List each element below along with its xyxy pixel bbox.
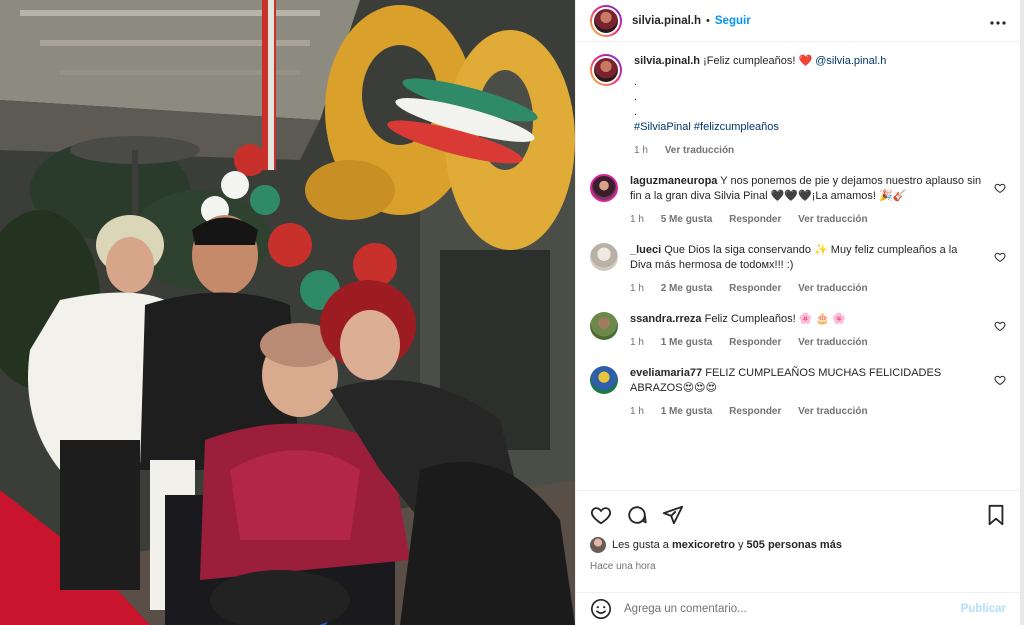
commenter-avatar[interactable]: [590, 243, 618, 271]
comment-item: eveliamaria77 FELIZ CUMPLEAÑOS MUCHAS FE…: [590, 366, 1006, 419]
comment-likes[interactable]: 1 Me gusta: [661, 337, 713, 348]
comment-text: Que Dios la siga conservando ✨ Muy feliz…: [630, 244, 958, 271]
comment-likes[interactable]: 2 Me gusta: [661, 283, 713, 294]
heart-icon[interactable]: [590, 504, 612, 526]
author-avatar[interactable]: [590, 4, 622, 37]
comment-item: laguzmaneuropa Y nos ponemos de pie y de…: [590, 174, 1006, 227]
caption-dot-2: .: [634, 91, 638, 103]
caption-time[interactable]: 1 h: [634, 145, 648, 156]
reply-button[interactable]: Responder: [729, 406, 781, 417]
comment-time[interactable]: 1 h: [630, 283, 644, 294]
header-separator: •: [706, 14, 710, 27]
action-icons: [590, 503, 1006, 527]
caption-dot-1: .: [634, 76, 638, 88]
comment-meta: 1 h 5 Me gusta Responder Ver traducción: [630, 212, 982, 227]
reply-button[interactable]: Responder: [729, 337, 781, 348]
comment-likes[interactable]: 5 Me gusta: [661, 214, 713, 225]
translate-link[interactable]: Ver traducción: [798, 283, 867, 294]
comment-meta: 1 h 1 Me gusta Responder Ver traducción: [630, 335, 982, 350]
comment-time[interactable]: 1 h: [630, 337, 644, 348]
bookmark-icon[interactable]: [986, 504, 1006, 526]
caption-hashtags[interactable]: #SilviaPinal #felizcumpleaños: [634, 120, 1006, 135]
reply-button[interactable]: Responder: [729, 283, 781, 294]
photo-illustration: [0, 0, 575, 625]
post-header: silvia.pinal.h • Seguir: [576, 0, 1020, 42]
caption-mention[interactable]: @silvia.pinal.h: [815, 55, 886, 67]
heart-emoji: ❤️: [798, 55, 813, 67]
caption-username[interactable]: silvia.pinal.h: [634, 55, 700, 67]
share-icon[interactable]: [662, 504, 684, 526]
translate-link[interactable]: Ver traducción: [798, 214, 867, 225]
follow-button[interactable]: Seguir: [715, 15, 751, 27]
emoji-icon[interactable]: [590, 598, 612, 620]
comment-composer: Publicar: [576, 592, 1020, 625]
comment-item: ssandra.rreza Feliz Cumpleaños! 🌸 🎂 🌸 1 …: [590, 312, 1006, 350]
reply-button[interactable]: Responder: [729, 214, 781, 225]
caption-meta: 1 h Ver traducción: [634, 143, 1006, 158]
post-panel: silvia.pinal.h • Seguir silvia.pinal.h ¡…: [575, 0, 1020, 625]
comment-time[interactable]: 1 h: [630, 214, 644, 225]
liker-username[interactable]: mexicoretro: [672, 539, 735, 551]
translate-link[interactable]: Ver traducción: [798, 337, 867, 348]
likes-summary: Les gusta a mexicoretro y 505 personas m…: [590, 537, 1006, 553]
commenter-avatar[interactable]: [590, 312, 618, 340]
comment-meta: 1 h 1 Me gusta Responder Ver traducción: [630, 404, 982, 419]
likes-prefix: Les gusta a: [612, 539, 669, 551]
commenter-avatar[interactable]: [590, 174, 618, 202]
comments-list[interactable]: silvia.pinal.h ¡Feliz cumpleaños! ❤️ @si…: [576, 42, 1020, 490]
comment-time[interactable]: 1 h: [630, 406, 644, 417]
commenter-username[interactable]: laguzmaneuropa: [630, 175, 717, 187]
more-options-icon[interactable]: [990, 12, 1006, 30]
comment-heart-icon[interactable]: [994, 251, 1006, 263]
post-photo: [0, 0, 575, 625]
action-bar: Les gusta a mexicoretro y 505 personas m…: [576, 490, 1020, 572]
comment-item: _lueci Que Dios la siga conservando ✨ Mu…: [590, 243, 1006, 296]
publish-button[interactable]: Publicar: [961, 603, 1006, 615]
likes-middle: y: [737, 539, 744, 551]
caption-translate-link[interactable]: Ver traducción: [665, 145, 734, 156]
comment-heart-icon[interactable]: [994, 182, 1006, 194]
translate-link[interactable]: Ver traducción: [798, 406, 867, 417]
comment-heart-icon[interactable]: [994, 374, 1006, 386]
comment-meta: 1 h 2 Me gusta Responder Ver traducción: [630, 281, 982, 296]
commenter-username[interactable]: eveliamaria77: [630, 367, 702, 379]
author-username[interactable]: silvia.pinal.h: [632, 15, 701, 27]
post-caption: silvia.pinal.h ¡Feliz cumpleaños! ❤️ @si…: [590, 54, 1006, 158]
commenter-avatar[interactable]: [590, 366, 618, 394]
comment-icon[interactable]: [626, 504, 648, 526]
caption-text: ¡Feliz cumpleaños!: [703, 55, 796, 67]
commenter-username[interactable]: _lueci: [630, 244, 661, 256]
liker-avatar[interactable]: [590, 537, 606, 553]
likes-count[interactable]: 505 personas más: [747, 539, 842, 551]
commenter-username[interactable]: ssandra.rreza: [630, 313, 702, 325]
comment-likes[interactable]: 1 Me gusta: [661, 406, 713, 417]
comment-text: Feliz Cumpleaños! 🌸 🎂 🌸: [704, 313, 846, 325]
caption-dot-3: .: [634, 106, 638, 118]
scrollbar-track[interactable]: [1020, 0, 1024, 625]
comment-input[interactable]: [624, 603, 961, 615]
comment-heart-icon[interactable]: [994, 320, 1006, 332]
caption-avatar[interactable]: [590, 54, 622, 86]
post-timestamp[interactable]: Hace una hora: [590, 561, 1006, 572]
